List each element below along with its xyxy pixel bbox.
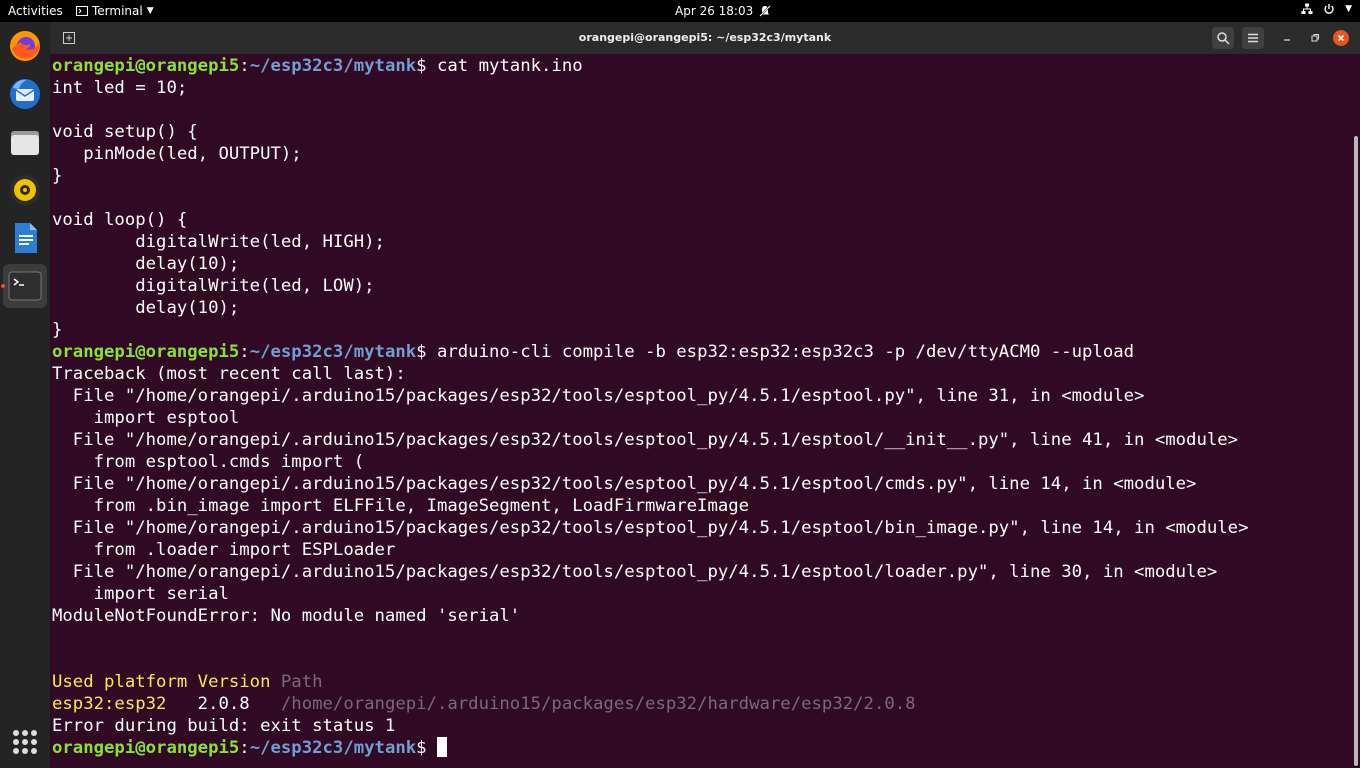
writer-icon <box>15 223 37 253</box>
close-button[interactable] <box>1333 30 1349 46</box>
prompt-sep: : <box>239 738 250 758</box>
scrollbar-thumb[interactable] <box>1354 136 1358 766</box>
output-line: } <box>52 166 63 186</box>
platform-version: 2.0.8 <box>166 694 250 714</box>
platform-header-path: Path <box>270 672 323 692</box>
files-launcher[interactable] <box>3 120 47 164</box>
chevron-down-icon: ▼ <box>146 6 154 16</box>
output-line: File "/home/orangepi/.arduino15/packages… <box>52 562 1218 582</box>
activities-button[interactable]: Activities <box>8 4 63 18</box>
output-line: void setup() { <box>52 122 198 142</box>
output-line: File "/home/orangepi/.arduino15/packages… <box>52 474 1197 494</box>
search-icon <box>1217 32 1230 45</box>
platform-header-used: Used platform Version <box>52 672 271 692</box>
window-title: orangepi@orangepi5: ~/esp32c3/mytank <box>578 31 832 44</box>
close-icon <box>1337 34 1345 42</box>
rhythmbox-launcher[interactable] <box>3 168 47 212</box>
system-tray[interactable]: ▼ <box>1301 3 1352 15</box>
network-icon <box>1301 3 1313 14</box>
output-line: Traceback (most recent call last): <box>52 364 406 384</box>
prompt-sep: : <box>239 342 250 362</box>
thunderbird-icon <box>10 79 40 109</box>
output-line: File "/home/orangepi/.arduino15/packages… <box>52 430 1239 450</box>
output-line: } <box>52 320 63 340</box>
show-applications-button[interactable] <box>13 730 37 754</box>
prompt-user: orangepi@orangepi5 <box>52 738 240 758</box>
chevron-down-icon: ▼ <box>1345 4 1352 14</box>
power-icon <box>1324 4 1334 14</box>
output-line: void loop() { <box>52 210 188 230</box>
app-menu[interactable]: Terminal ▼ <box>76 4 154 18</box>
output-line: import esptool <box>52 408 240 428</box>
dock <box>0 22 50 768</box>
app-menu-label: Terminal <box>92 4 143 18</box>
error-line: Error during build: exit status 1 <box>52 716 396 736</box>
command-text: arduino-cli compile -b esp32:esp32:esp32… <box>426 342 1135 362</box>
output-line: delay(10); <box>52 298 240 318</box>
output-line: ModuleNotFoundError: No module named 'se… <box>52 606 521 626</box>
minimize-icon <box>1284 39 1290 41</box>
writer-launcher[interactable] <box>3 216 47 260</box>
prompt-dollar: $ <box>416 342 427 362</box>
firefox-launcher[interactable] <box>3 24 47 68</box>
prompt-path: ~/esp32c3/mytank <box>249 342 417 362</box>
rhythmbox-icon <box>10 175 40 205</box>
prompt-sep: : <box>239 56 250 76</box>
output-line: digitalWrite(led, HIGH); <box>52 232 385 252</box>
command-text: cat mytank.ino <box>426 56 583 76</box>
command-text <box>427 738 437 758</box>
output-line: File "/home/orangepi/.arduino15/packages… <box>52 386 1145 406</box>
platform-path: /home/orangepi/.arduino15/packages/esp32… <box>249 694 916 714</box>
text-cursor <box>436 737 447 757</box>
prompt-path: ~/esp32c3/mytank <box>249 56 417 76</box>
restore-icon <box>1311 34 1319 42</box>
clock[interactable]: Apr 26 18:03 <box>675 4 771 18</box>
terminal-app-icon <box>76 6 88 16</box>
running-indicator <box>1 284 5 288</box>
output-line: import serial <box>52 584 229 604</box>
output-line: from .loader import ESPLoader <box>52 540 396 560</box>
maximize-button[interactable] <box>1304 27 1326 49</box>
datetime: Apr 26 18:03 <box>675 4 754 18</box>
output-line: pinMode(led, OUTPUT); <box>52 144 302 164</box>
thunderbird-launcher[interactable] <box>3 72 47 116</box>
minimize-button[interactable] <box>1276 27 1298 49</box>
terminal-icon <box>8 271 42 301</box>
platform-row: esp32:esp32 2.0.8 /home/orangepi/.arduin… <box>52 693 916 715</box>
window-titlebar: orangepi@orangepi5: ~/esp32c3/mytank <box>50 22 1360 54</box>
search-button[interactable] <box>1212 27 1234 49</box>
notifications-muted-icon <box>759 5 771 17</box>
platform-name: esp32:esp32 <box>52 694 167 714</box>
prompt-user: orangepi@orangepi5 <box>52 56 240 76</box>
terminal-launcher[interactable] <box>1 264 47 308</box>
prompt-path: ~/esp32c3/mytank <box>249 738 417 758</box>
terminal-output[interactable]: orangepi@orangepi5:~/esp32c3/mytank$ cat… <box>50 54 1352 768</box>
files-icon <box>11 131 39 155</box>
prompt-line: orangepi@orangepi5:~/esp32c3/mytank$ ard… <box>52 341 1134 363</box>
firefox-icon <box>10 31 40 61</box>
top-bar: Activities Terminal ▼ Apr 26 18:03 ▼ <box>0 0 1360 22</box>
output-line: from esptool.cmds import ( <box>52 452 365 472</box>
output-line: from .bin_image import ELFFile, ImageSeg… <box>52 496 750 516</box>
hamburger-icon <box>1248 33 1258 43</box>
prompt-line: orangepi@orangepi5:~/esp32c3/mytank$ cat… <box>52 55 583 77</box>
platform-header: Used platform Version Path <box>52 671 323 693</box>
output-line: digitalWrite(led, LOW); <box>52 276 375 296</box>
output-line: int led = 10; <box>52 78 188 98</box>
prompt-dollar: $ <box>416 738 427 758</box>
prompt-user: orangepi@orangepi5 <box>52 342 240 362</box>
prompt-line[interactable]: orangepi@orangepi5:~/esp32c3/mytank$ <box>52 737 447 759</box>
prompt-dollar: $ <box>416 56 427 76</box>
output-line: delay(10); <box>52 254 240 274</box>
output-line: File "/home/orangepi/.arduino15/packages… <box>52 518 1249 538</box>
hamburger-menu-button[interactable] <box>1242 27 1264 49</box>
scrollbar[interactable] <box>1352 54 1360 768</box>
